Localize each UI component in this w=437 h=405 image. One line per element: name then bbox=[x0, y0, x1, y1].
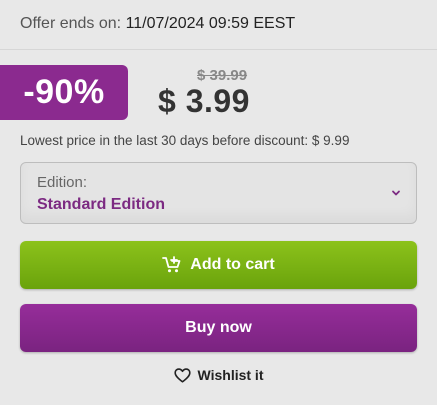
edition-label: Edition: bbox=[37, 174, 88, 191]
edition-select[interactable]: Edition: Standard Edition bbox=[20, 162, 417, 224]
heart-icon bbox=[173, 367, 191, 383]
offer-ends-bar: Offer ends on: 11/07/2024 09:59 EEST bbox=[0, 0, 437, 50]
wishlist-label: Wishlist it bbox=[197, 367, 264, 383]
original-price: $ 39.99 bbox=[197, 67, 248, 84]
current-price: $ 3.99 bbox=[158, 83, 250, 119]
edition-value: Standard Edition bbox=[37, 196, 165, 213]
cart-plus-icon bbox=[162, 256, 181, 273]
chevron-down-icon bbox=[392, 190, 400, 196]
lowest-price-note: Lowest price in the last 30 days before … bbox=[20, 133, 350, 148]
add-to-cart-label: Add to cart bbox=[190, 256, 275, 273]
offer-ends-date: 11/07/2024 09:59 EEST bbox=[125, 15, 296, 32]
wishlist-link[interactable]: Wishlist it bbox=[0, 363, 437, 387]
offer-ends-label: Offer ends on: bbox=[20, 15, 122, 32]
buy-now-button[interactable]: Buy now bbox=[20, 304, 417, 352]
add-to-cart-button[interactable]: Add to cart bbox=[20, 241, 417, 289]
discount-badge: -90% bbox=[0, 65, 128, 120]
